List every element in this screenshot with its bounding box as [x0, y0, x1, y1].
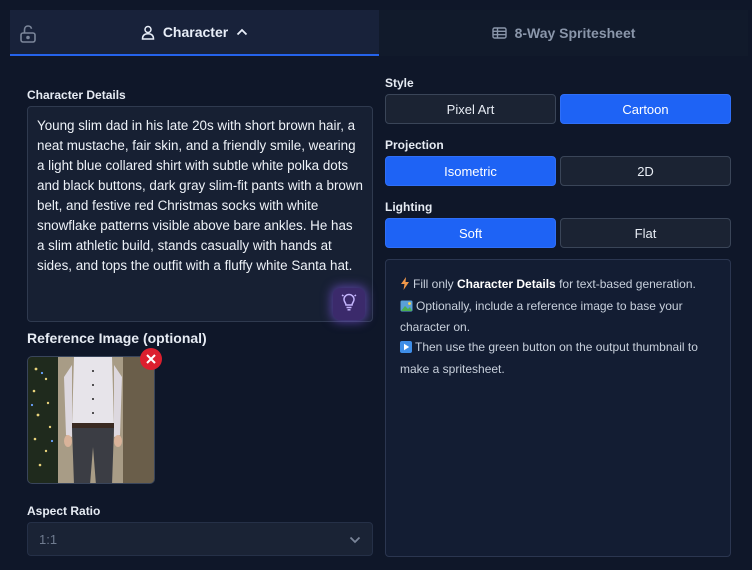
sprite-grid-icon — [491, 27, 507, 39]
reference-image-thumbnail[interactable] — [27, 356, 155, 484]
lighting-label: Lighting — [385, 200, 433, 214]
chevron-up-icon — [236, 28, 248, 36]
aspect-ratio-value: 1:1 — [39, 531, 58, 547]
tab-bar: Character 8-Way Spritesheet — [10, 10, 748, 56]
style-option-cartoon[interactable]: Cartoon — [560, 94, 731, 124]
instruction-line-play: Then use the green button on the output … — [400, 338, 716, 379]
picture-icon — [400, 299, 413, 319]
projection-label: Projection — [385, 138, 444, 152]
tab-character-label: Character — [162, 24, 229, 40]
character-details-label: Character Details — [27, 88, 126, 102]
remove-reference-button[interactable] — [140, 348, 162, 370]
close-icon — [146, 352, 156, 367]
tab-spritesheet[interactable]: 8-Way Spritesheet — [379, 10, 748, 56]
aspect-ratio-select[interactable]: 1:1 — [27, 522, 373, 556]
reference-image-label: Reference Image (optional) — [27, 330, 207, 346]
style-label: Style — [385, 76, 414, 90]
instruction-line3: Then use the green button on the output … — [400, 340, 698, 376]
instruction-line1-pre: Fill only — [413, 277, 458, 291]
character-details-textarea[interactable]: Young slim dad in his late 20s with shor… — [27, 106, 373, 322]
tab-spritesheet-label: 8-Way Spritesheet — [514, 25, 636, 41]
chevron-down-icon — [349, 532, 361, 547]
lightning-icon — [400, 277, 410, 297]
aspect-ratio-label: Aspect Ratio — [27, 504, 101, 518]
instruction-line-image: Optionally, include a reference image to… — [400, 297, 716, 338]
lighting-option-flat[interactable]: Flat — [560, 218, 731, 248]
play-icon — [400, 340, 412, 360]
instruction-line1-bold: Character Details — [457, 277, 556, 291]
instructions-panel: Fill only Character Details for text-bas… — [385, 259, 731, 557]
lighting-option-soft[interactable]: Soft — [385, 218, 556, 248]
reference-photo — [28, 357, 154, 483]
tab-character[interactable]: Character — [10, 10, 379, 56]
instruction-line2: Optionally, include a reference image to… — [400, 298, 683, 335]
enhance-prompt-button[interactable] — [333, 288, 365, 320]
lightbulb-icon — [341, 293, 357, 316]
projection-option-isometric[interactable]: Isometric — [385, 156, 556, 186]
instruction-line1-post: for text-based generation. — [555, 277, 696, 291]
style-option-pixel-art[interactable]: Pixel Art — [385, 94, 556, 124]
lock-open-icon[interactable] — [18, 24, 40, 44]
user-icon — [141, 25, 155, 40]
projection-option-2d[interactable]: 2D — [560, 156, 731, 186]
instruction-line-text: Fill only Character Details for text-bas… — [400, 275, 716, 297]
